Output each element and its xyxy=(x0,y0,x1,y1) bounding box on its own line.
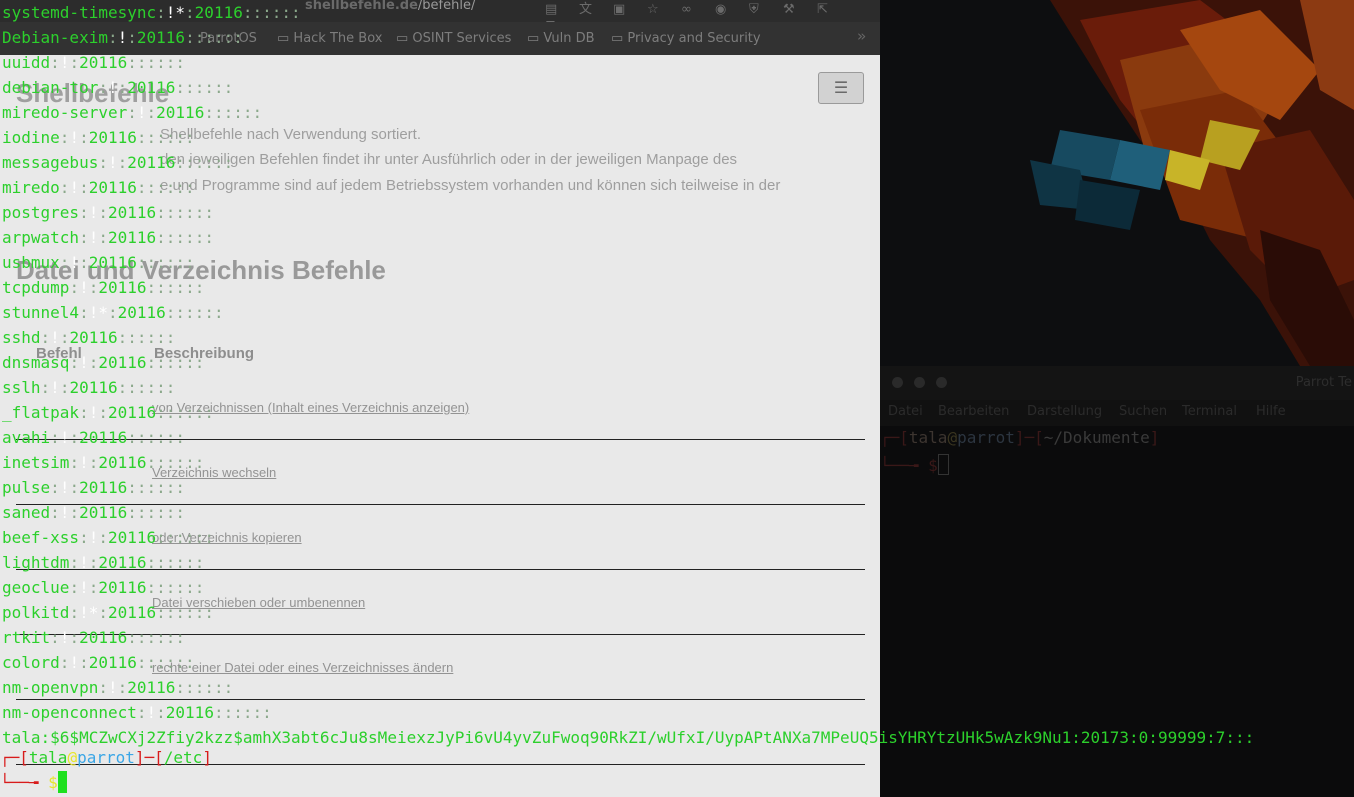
terminal-line: tcpdump:!:20116:::::: xyxy=(2,278,205,297)
menu-hilfe[interactable]: Hilfe xyxy=(1256,404,1286,419)
terminal-line: sshd:!:20116:::::: xyxy=(2,328,176,347)
terminal-line: sslh:!:20116:::::: xyxy=(2,378,176,397)
terminal-line: miredo:!:20116:::::: xyxy=(2,178,195,197)
terminal-line: debian-tor:!:20116:::::: xyxy=(2,78,234,97)
terminal-line: inetsim:!:20116:::::: xyxy=(2,453,205,472)
terminal-output[interactable]: systemd-timesync:!*:20116:::::: Debian-ex… xyxy=(2,0,1254,750)
terminal-line: nm-openvpn:!:20116:::::: xyxy=(2,678,234,697)
terminal-line: rtkit:!:20116:::::: xyxy=(2,628,186,647)
terminal-line: nm-openconnect:!:20116:::::: xyxy=(2,703,272,722)
terminal-input-line[interactable]: └──╼ $ xyxy=(0,770,67,795)
terminal-line: uuidd:!:20116:::::: xyxy=(2,53,186,72)
terminal-line: arpwatch:!:20116:::::: xyxy=(2,228,214,247)
terminal-line: usbmux:!:20116:::::: xyxy=(2,253,195,272)
terminal-line: dnsmasq:!:20116:::::: xyxy=(2,353,205,372)
terminal-prompt: ┌─[tala@parrot]─[/etc] xyxy=(0,748,212,767)
terminal-line: stunnel4:!*:20116:::::: xyxy=(2,303,224,322)
terminal-cursor xyxy=(57,771,67,793)
terminal-line: saned:!:20116:::::: xyxy=(2,503,186,522)
terminal-line: miredo-server:!:20116:::::: xyxy=(2,103,263,122)
terminal-title: Parrot Te xyxy=(1295,375,1352,390)
terminal-line: beef-xss:!:20116:::::: xyxy=(2,528,214,547)
terminal-line: messagebus:!:20116:::::: xyxy=(2,153,234,172)
terminal-line: polkitd:!*:20116:::::: xyxy=(2,603,214,622)
terminal-line: _flatpak:!:20116:::::: xyxy=(2,403,214,422)
terminal-line: postgres:!:20116:::::: xyxy=(2,203,214,222)
terminal-line: geoclue:!:20116:::::: xyxy=(2,578,205,597)
terminal-line: colord:!:20116:::::: xyxy=(2,653,195,672)
terminal-line: avahi:!:20116:::::: xyxy=(2,428,186,447)
terminal-line: pulse:!:20116:::::: xyxy=(2,478,186,497)
terminal-line: systemd-timesync:!*:20116:::::: xyxy=(2,3,301,22)
terminal-line: Debian-exim:!:20116:::::: xyxy=(2,28,243,47)
terminal-line: lightdm:!:20116:::::: xyxy=(2,553,205,572)
terminal-line: iodine:!:20116:::::: xyxy=(2,128,195,147)
